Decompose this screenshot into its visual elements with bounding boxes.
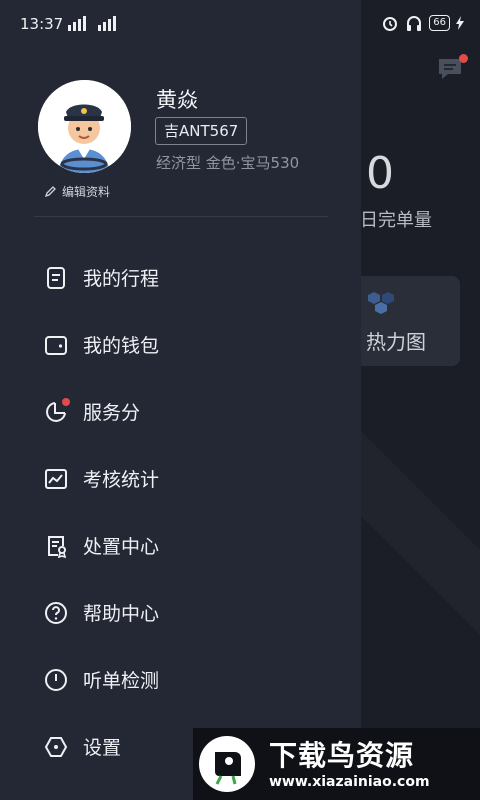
service-score-badge [62, 398, 70, 406]
help-icon [45, 601, 67, 624]
settings-icon [44, 736, 68, 757]
menu-item-order-check[interactable]: 听单检测 [0, 646, 361, 713]
watermark: 下载鸟资源 www.xiazainiao.com [193, 728, 480, 800]
navigation-drawer: 黄焱 吉ANT567 经济型 金色·宝马530 编辑资料 我的行程 我的钱包 服… [0, 0, 361, 800]
alarm-icon [383, 17, 398, 31]
status-bar: 13:37 66 [0, 0, 480, 46]
menu-label: 我的钱包 [83, 335, 160, 357]
edit-profile-button[interactable]: 编辑资料 [44, 183, 110, 200]
divider [34, 216, 328, 217]
menu-item-trips[interactable]: 我的行程 [0, 244, 361, 311]
driver-avatar-icon [38, 80, 131, 173]
heatmap-icon [368, 292, 394, 314]
menu-label: 我的行程 [83, 268, 160, 290]
menu-label: 帮助中心 [83, 603, 160, 625]
message-badge [459, 54, 468, 63]
certificate-icon [48, 535, 67, 558]
battery-level: 66 [429, 15, 450, 31]
document-icon [47, 266, 65, 289]
license-plate: 吉ANT567 [155, 117, 248, 145]
order-count: 0 [366, 148, 394, 199]
clock-icon [45, 668, 67, 691]
menu-item-disposal[interactable]: 处置中心 [0, 512, 361, 579]
drawer-menu: 我的行程 我的钱包 服务分 考核统计 处置中心 帮助中心 听单检测 设置 [0, 244, 361, 780]
pencil-icon [44, 186, 56, 198]
menu-label: 处置中心 [83, 536, 160, 558]
status-time: 13:37 [20, 15, 64, 33]
watermark-title: 下载鸟资源 [269, 739, 415, 772]
headphones-icon [407, 16, 422, 31]
menu-item-service-score[interactable]: 服务分 [0, 378, 361, 445]
menu-item-help[interactable]: 帮助中心 [0, 579, 361, 646]
charging-icon [456, 16, 464, 30]
menu-label: 考核统计 [83, 469, 160, 491]
signal-4g-icon [98, 16, 116, 31]
menu-label: 听单检测 [83, 670, 160, 692]
menu-label: 设置 [83, 737, 122, 759]
avatar[interactable] [38, 80, 131, 173]
edit-profile-label: 编辑资料 [62, 185, 111, 199]
signal-2g-icon [68, 16, 86, 31]
heatmap-label: 热力图 [366, 330, 426, 354]
driver-name: 黄焱 [156, 88, 198, 112]
chart-icon [45, 468, 67, 489]
bird-logo-icon [199, 736, 255, 792]
order-count-label: 日完单量 [360, 210, 432, 231]
menu-item-wallet[interactable]: 我的钱包 [0, 311, 361, 378]
car-info: 经济型 金色·宝马530 [156, 154, 300, 172]
menu-label: 服务分 [83, 402, 141, 424]
message-icon[interactable] [436, 54, 468, 84]
wallet-icon [45, 335, 67, 355]
watermark-url: www.xiazainiao.com [269, 774, 430, 790]
menu-item-assessment[interactable]: 考核统计 [0, 445, 361, 512]
heatmap-button[interactable]: 热力图 [346, 276, 460, 366]
